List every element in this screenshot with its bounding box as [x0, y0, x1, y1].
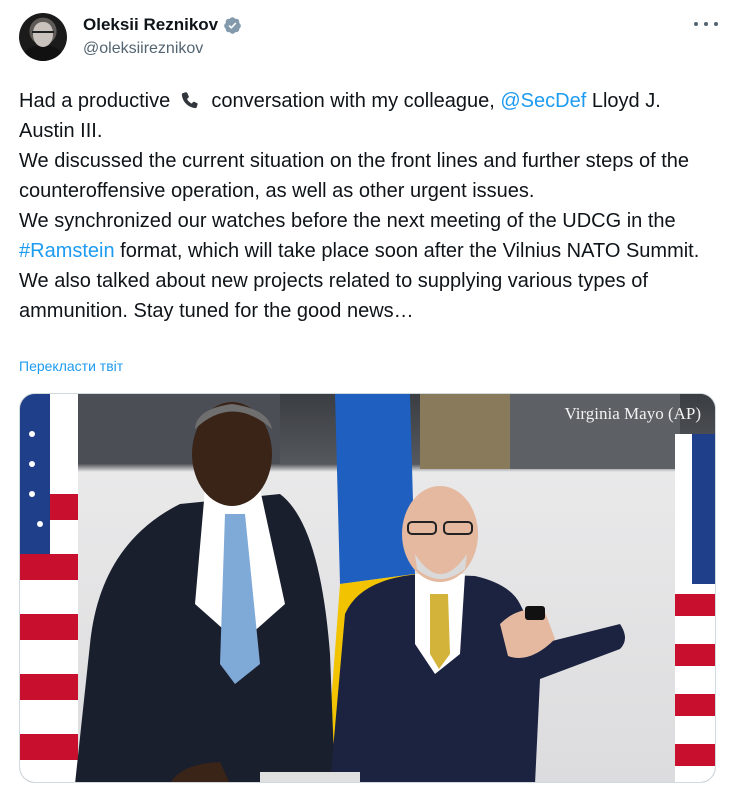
us-flag-left [20, 394, 78, 782]
author-name-row: Oleksii Reznikov [83, 15, 242, 35]
tweet-text-intro: Had a productive [19, 90, 171, 112]
more-options-icon[interactable] [694, 18, 718, 30]
photo-credit: Virginia Mayo (AP) [564, 404, 701, 423]
tweet-text-p3-after: format, which will take place soon after… [120, 240, 700, 262]
hashtag-ramstein-link[interactable]: #Ramstein [19, 240, 115, 262]
tweet-text-p3-before: We synchronized our watches before the n… [19, 210, 676, 232]
podium [260, 772, 360, 782]
tweet-text-p2: We discussed the current situation on th… [19, 150, 690, 202]
tweet-text-p4: We also talked about new projects relate… [19, 270, 648, 322]
background-window [420, 394, 510, 469]
tweet-text: Had a productive conversation with my co… [19, 86, 719, 326]
avatar-body [23, 45, 63, 61]
tweet-photo[interactable]: Virginia Mayo (AP) [19, 393, 716, 783]
verified-badge-icon[interactable] [223, 16, 242, 35]
avatar-glasses [32, 31, 54, 36]
mention-secdef-link[interactable]: @SecDef [500, 90, 586, 112]
avatar[interactable] [19, 13, 67, 61]
telephone-icon [181, 92, 198, 109]
author-display-name[interactable]: Oleksii Reznikov [83, 15, 218, 35]
tweet-card: Oleksii Reznikov @oleksiireznikov Had a … [0, 0, 736, 800]
tweet-text-p1-after: conversation with my colleague, [211, 90, 495, 112]
us-flag-right [675, 434, 715, 782]
translate-tweet-link[interactable]: Перекласти твіт [19, 358, 123, 374]
author-handle[interactable]: @oleksiireznikov [83, 40, 203, 58]
photo-illustration [20, 394, 715, 782]
